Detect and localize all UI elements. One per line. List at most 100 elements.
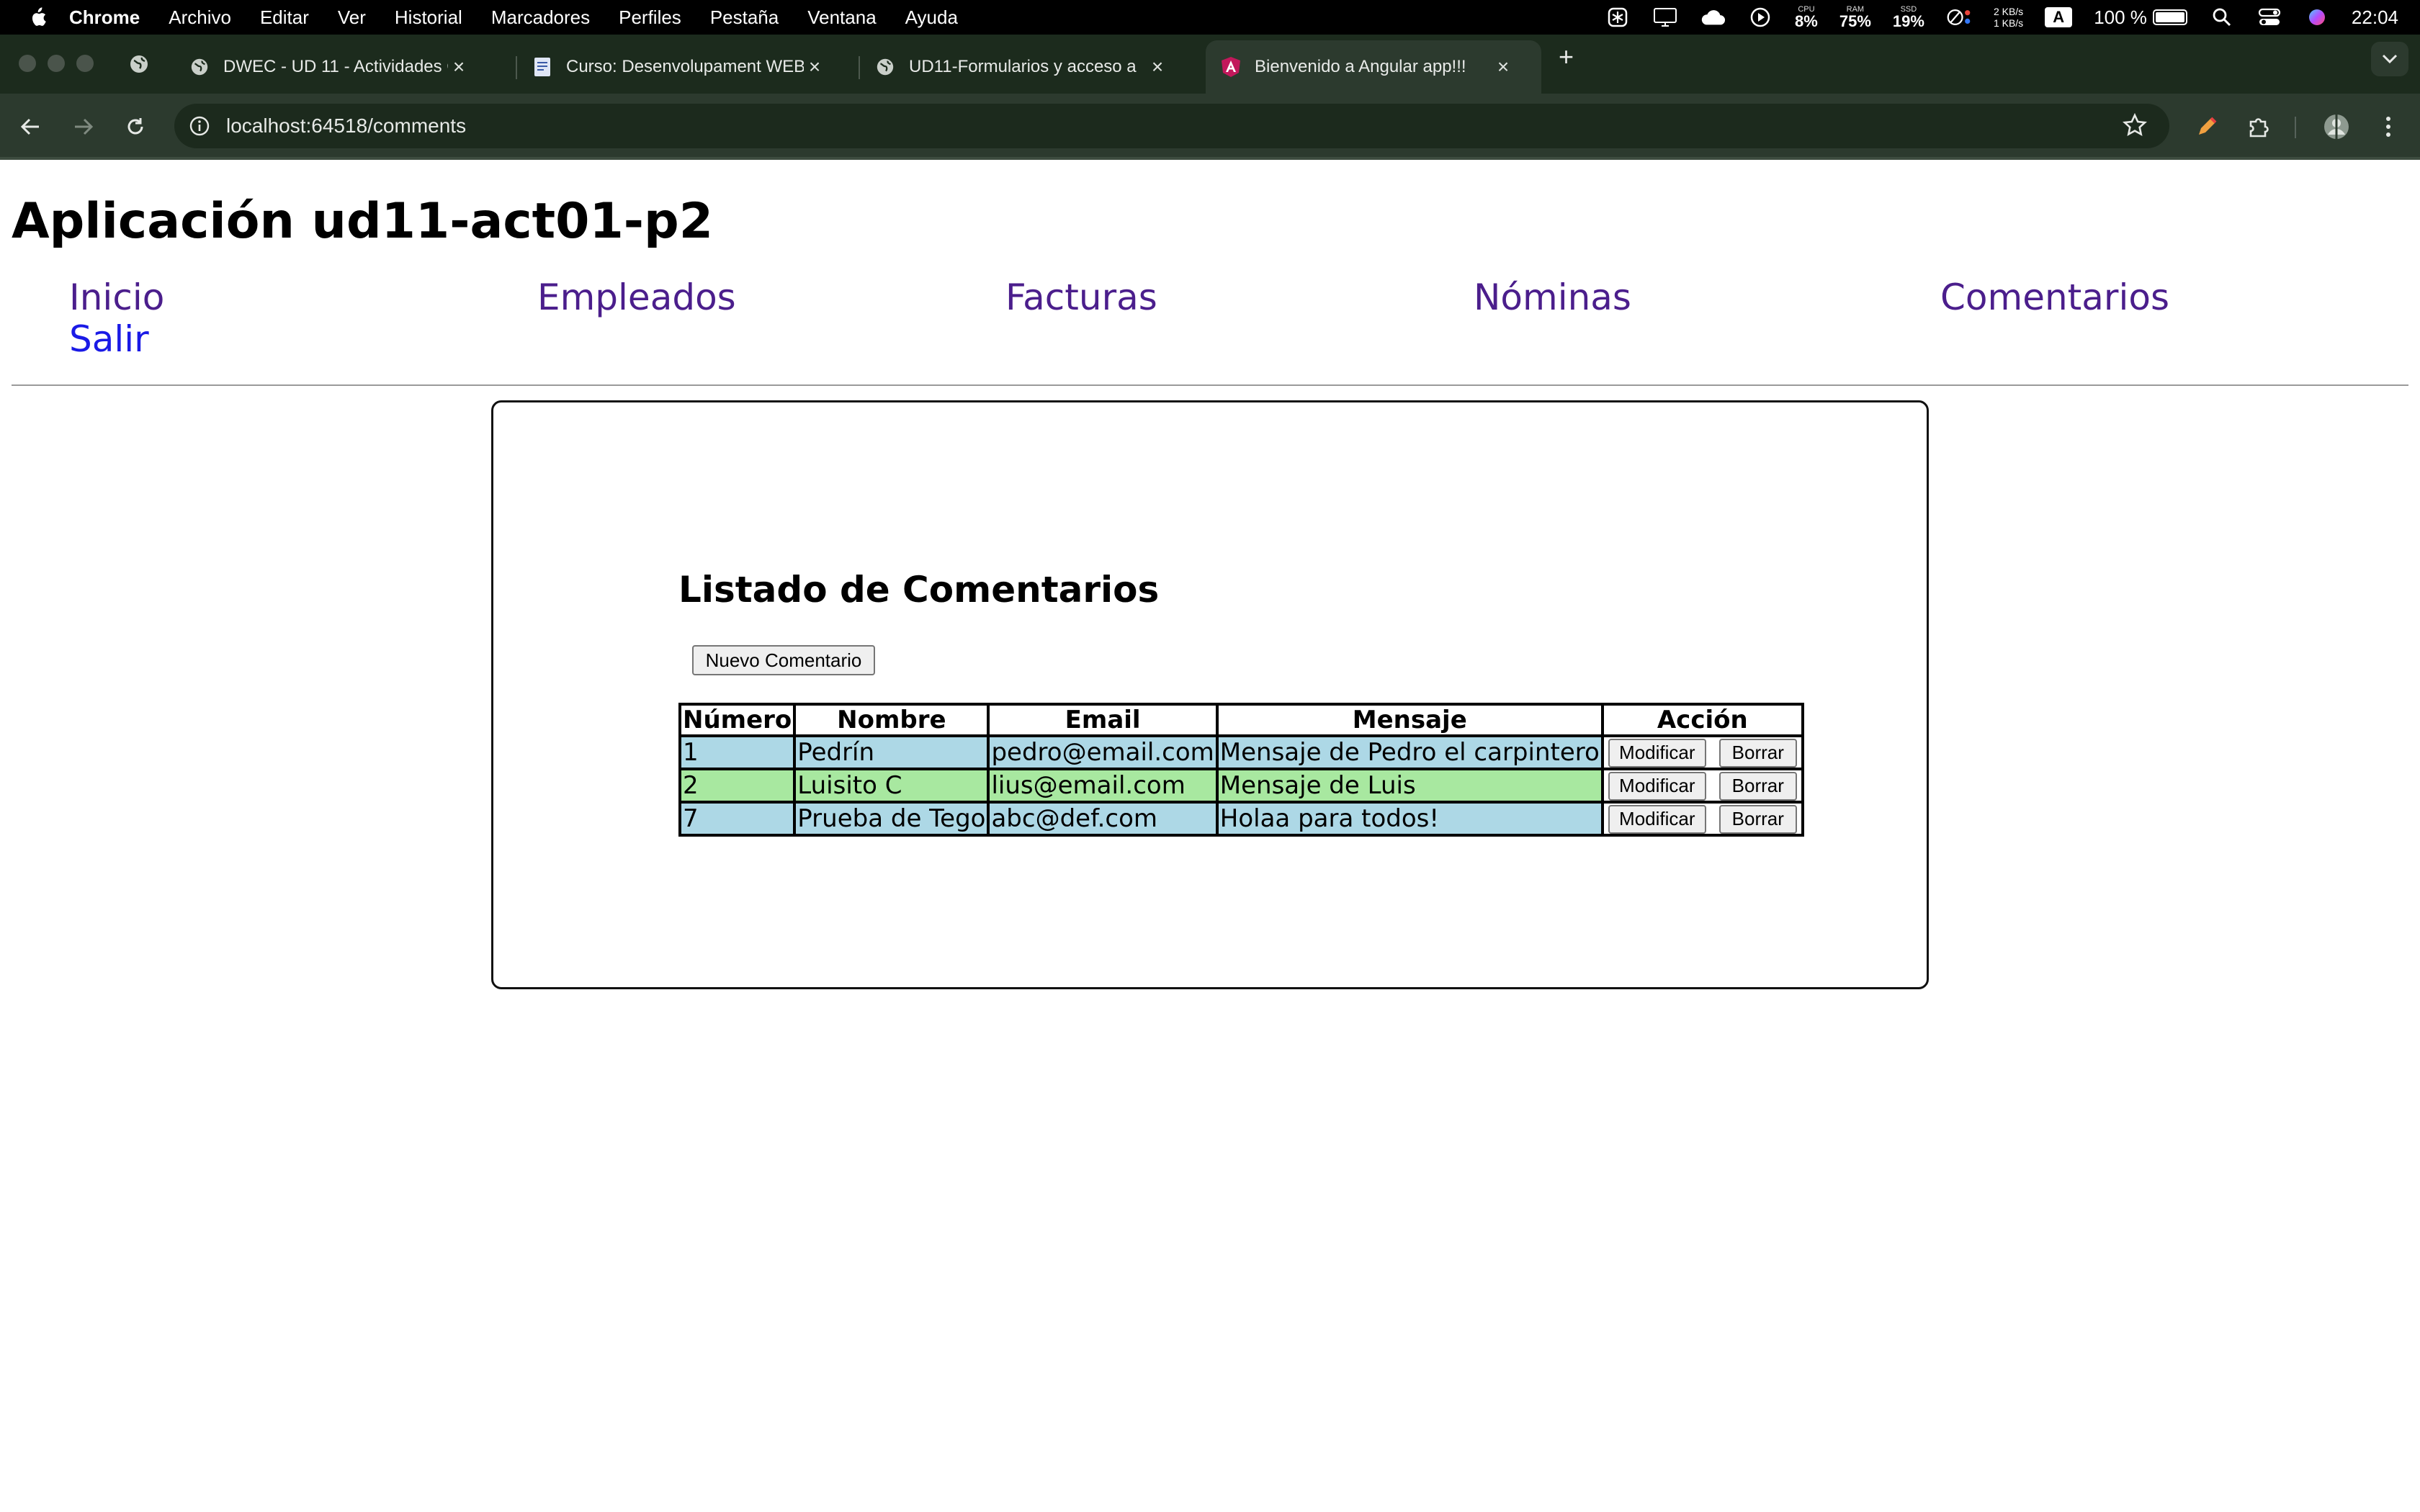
address-bar[interactable]: localhost:64518/comments [174,104,2169,148]
content-card [491,400,1929,989]
cell-numero: 2 [680,769,795,802]
tab-search-button[interactable] [2371,42,2408,76]
nav-link-comentarios[interactable]: Comentarios [1940,276,2169,318]
cell-nombre: Prueba de Tego [794,802,989,835]
menu-app-name[interactable]: Chrome [69,6,140,29]
play-circle-icon[interactable] [1747,6,1773,28]
chrome-menu-icon[interactable] [2372,111,2404,143]
close-tab-icon[interactable]: × [1492,55,1514,78]
globe-icon [189,56,210,78]
new-tab-button[interactable]: + [1559,42,1574,72]
reload-icon[interactable] [121,112,150,141]
profile-avatar-icon[interactable] [2321,111,2352,143]
tab-title: UD11-Formularios y acceso a [909,57,1137,76]
siri-icon[interactable] [2304,6,2330,28]
menubar-status-area: CPU 8% RAM 75% SSD 19% 2 KB/s 1 KB/s A 1… [1605,0,2398,35]
tab-title: Curso: Desenvolupament WEB [566,57,804,76]
battery-icon [2152,9,2187,25]
bookmark-star-icon[interactable] [2122,112,2148,142]
cell-email: pedro@email.com [988,736,1217,769]
forward-icon[interactable] [69,112,98,141]
cell-actions: Modificar Borrar [1602,802,1803,835]
snowflake-icon[interactable] [1605,6,1631,28]
comments-list-title: Listado de Comentarios [678,569,1160,611]
apple-logo-icon[interactable] [27,6,48,28]
battery-status[interactable]: 100 % [2094,6,2187,29]
close-tab-icon[interactable]: × [1147,55,1168,78]
modify-button[interactable]: Modificar [1608,738,1706,768]
cell-mensaje: Mensaje de Pedro el carpintero [1216,736,1603,769]
tab-title: DWEC - UD 11 - Actividades C [223,57,448,76]
cell-numero: 7 [680,802,795,835]
table-row: 7 Prueba de Tego abc@def.com Holaa para … [680,802,1803,835]
app-title: Aplicación ud11-act01-p2 [12,193,714,250]
menu-ver[interactable]: Ver [338,6,366,29]
delete-button[interactable]: Borrar [1718,804,1797,834]
ssd-stat: SSD 19% [1892,5,1924,30]
nav-link-inicio[interactable]: Inicio [69,276,164,318]
delete-button[interactable]: Borrar [1718,771,1797,801]
cell-mensaje: Holaa para todos! [1216,802,1603,835]
column-header-nombre: Nombre [794,704,989,736]
nav-link-facturas[interactable]: Facturas [1005,276,1157,318]
browser-tab-4-active[interactable]: Bienvenido a Angular app!!! × [1206,40,1541,94]
close-window-button[interactable] [19,55,36,72]
cpu-value: 8% [1795,12,1818,30]
tab-separator [516,56,517,79]
modify-button[interactable]: Modificar [1608,771,1706,801]
url-text[interactable]: localhost:64518/comments [226,114,466,138]
ram-value: 75% [1839,12,1871,30]
angular-icon [1220,56,1242,78]
toolbar-divider [2295,117,2296,138]
tab-separator [859,56,860,79]
extensions-puzzle-icon[interactable] [2243,111,2275,143]
nav-divider [12,384,2408,386]
browser-tab-1[interactable]: DWEC - UD 11 - Actividades C × [189,40,470,94]
ram-stat: RAM 75% [1839,5,1871,30]
clock[interactable]: 22:04 [2352,6,2398,29]
new-comment-button[interactable]: Nuevo Comentario [692,645,875,675]
focus-slash-icon[interactable] [1946,6,1972,28]
menu-perfiles[interactable]: Perfiles [619,6,681,29]
nav-link-empleados[interactable]: Empleados [537,276,736,318]
menu-archivo[interactable]: Archivo [169,6,231,29]
globe-icon [874,56,896,78]
input-source-indicator[interactable]: A [2045,7,2073,27]
spotlight-search-icon[interactable] [2209,6,2235,28]
browser-tab-3[interactable]: UD11-Formularios y acceso a × [874,40,1168,94]
close-tab-icon[interactable]: × [804,55,825,78]
menu-ayuda[interactable]: Ayuda [905,6,958,29]
zoom-window-button[interactable] [76,55,94,72]
modify-button[interactable]: Modificar [1608,804,1706,834]
cell-nombre: Pedrín [794,736,989,769]
cell-email: abc@def.com [988,802,1217,835]
tab-title: Bienvenido a Angular app!!! [1255,57,1466,76]
network-down: 1 KB/s [1993,17,2024,29]
cell-actions: Modificar Borrar [1602,769,1803,802]
menu-editar[interactable]: Editar [260,6,309,29]
minimize-window-button[interactable] [48,55,65,72]
site-info-icon[interactable] [187,114,212,138]
pencil-extension-icon[interactable] [2191,111,2223,143]
browser-tab-2[interactable]: Curso: Desenvolupament WEB × [532,40,825,94]
ssd-value: 19% [1892,12,1924,30]
menu-historial[interactable]: Historial [395,6,462,29]
close-tab-icon[interactable]: × [448,55,470,78]
display-icon[interactable] [1652,6,1678,28]
web-page: Aplicación ud11-act01-p2 Inicio Empleado… [0,160,2420,1512]
cell-mensaje: Mensaje de Luis [1216,769,1603,802]
cloud-icon[interactable] [1700,6,1726,28]
menu-pestana[interactable]: Pestaña [710,6,779,29]
column-header-mensaje: Mensaje [1216,704,1603,736]
menu-marcadores[interactable]: Marcadores [491,6,590,29]
delete-button[interactable]: Borrar [1718,738,1797,768]
control-center-icon[interactable] [2257,6,2282,28]
back-icon[interactable] [16,112,45,141]
cpu-stat: CPU 8% [1795,5,1818,30]
pinned-globe-icon[interactable] [128,53,150,75]
menu-ventana[interactable]: Ventana [807,6,876,29]
column-header-numero: Número [680,704,795,736]
nav-link-salir[interactable]: Salir [69,318,149,360]
nav-link-nominas[interactable]: Nóminas [1474,276,1631,318]
battery-percent: 100 % [2094,6,2147,28]
